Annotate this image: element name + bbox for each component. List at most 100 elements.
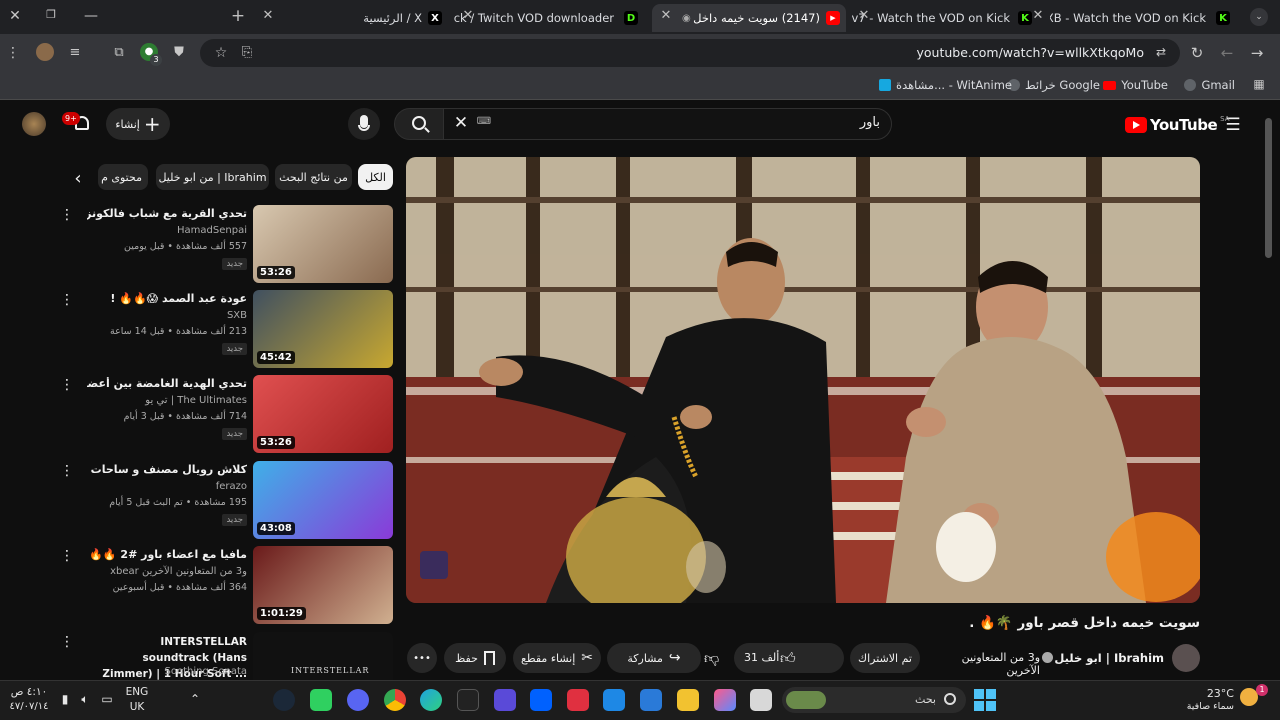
channel-avatar[interactable] [1172, 644, 1200, 672]
close-icon[interactable]: ✕ [658, 8, 674, 24]
mail-icon[interactable] [603, 689, 625, 711]
list-item[interactable]: ⋮ 45:42 عودة عبد الصمد 😱🔥🔥 ! SXB 213 ألف… [60, 290, 395, 372]
profile-avatar[interactable] [36, 43, 54, 61]
reload-icon[interactable]: ↻ [1188, 44, 1206, 62]
save-button[interactable]: حفظ [444, 643, 506, 673]
video-thumbnail[interactable]: 45:42 [253, 290, 393, 368]
menu-kebab-icon[interactable]: ⋮ [4, 45, 22, 61]
app-green-icon[interactable] [310, 689, 332, 711]
dislike-icon[interactable]: 👎︎ [704, 649, 719, 668]
create-button[interactable]: إنشاء + [106, 108, 170, 140]
tab-youtube-active[interactable]: ▶ (2147) سويت خيمه داخل قصر... ◉ [652, 4, 846, 32]
video-thumbnail[interactable]: 53:26 [253, 375, 393, 453]
keyboard-icon[interactable]: ⌨ [476, 116, 492, 127]
chip-from-search[interactable]: من نتائج البحث [275, 164, 352, 190]
app-purple-icon[interactable] [494, 689, 516, 711]
window-close-icon[interactable]: ✕ [8, 8, 22, 24]
battery-icon[interactable]: ▮ [58, 692, 72, 706]
video-title[interactable]: مافيا مع اعضاء باور #2 🔥🔥 🥵 [87, 548, 247, 561]
minimize-icon[interactable]: — [84, 8, 98, 24]
bookmark-star-icon[interactable]: ☆ [212, 45, 230, 61]
close-icon[interactable]: ✕ [460, 8, 476, 24]
steam-icon[interactable] [273, 689, 295, 711]
video-title[interactable]: تحدي القرية مع شباب فالكونز 🔥💚 [87, 207, 247, 220]
edge-icon[interactable] [420, 689, 442, 711]
list-item[interactable]: ⋮ 43:08 كلاش رويال مصنف و ساحات ferazo 1… [60, 461, 395, 543]
clock-time[interactable]: ٤:١٠ ص [6, 686, 52, 698]
clip-button[interactable]: إنشاء مقطع ✂ [513, 643, 601, 673]
tab-vod-downloader[interactable]: D Kick / Twitch VOD downloader [454, 4, 644, 32]
store-icon[interactable] [640, 689, 662, 711]
tray-chevron-icon[interactable]: ⌃ [188, 692, 202, 706]
monitor-icon[interactable]: ▭ [100, 692, 114, 706]
audio-icon[interactable]: ◉ [682, 13, 691, 24]
subscribed-button[interactable]: تم الاشتراك [850, 643, 920, 673]
back-icon[interactable]: → [1248, 44, 1266, 62]
video-title[interactable]: عودة عبد الصمد 😱🔥🔥 ! [87, 292, 247, 305]
page-scrollbar[interactable] [1265, 118, 1272, 258]
close-icon[interactable]: ✕ [856, 8, 872, 24]
start-button[interactable] [974, 689, 996, 711]
channel-name[interactable]: تي يو | The Ultimates [145, 395, 247, 406]
site-settings-icon[interactable]: ⇄ [1152, 45, 1170, 59]
app-red-icon[interactable] [567, 689, 589, 711]
taskbar-search[interactable]: بحث [782, 687, 966, 713]
more-options-icon[interactable]: ⋮ [60, 377, 74, 393]
video-title[interactable]: كلاش رويال مصنف و ساحات [87, 463, 247, 476]
list-item[interactable]: ⋮ 53:26 تحدي القرية مع شباب فالكونز 🔥💚 H… [60, 205, 395, 287]
volume-icon[interactable]: 🔈︎ [78, 692, 92, 707]
dropbox-icon[interactable] [530, 689, 552, 711]
chip-all[interactable]: الكل [358, 164, 393, 190]
chip-more[interactable]: محتوى م [98, 164, 148, 190]
list-item[interactable]: ⋮ 53:26 تحدي الهدية الغامضة بين أعضاء TU… [60, 375, 395, 457]
apps-grid-icon[interactable]: ▦ [1252, 77, 1266, 91]
copilot-icon[interactable] [714, 689, 736, 711]
channel-name[interactable]: HamadSenpai [177, 225, 247, 236]
chip-from-channel[interactable]: من ابو خليل | Ibrahim [156, 164, 269, 190]
send-to-device-icon[interactable]: ⎘ [238, 45, 256, 60]
url-text[interactable]: youtube.com/watch?v=wllkXtkqoMo [900, 45, 1144, 60]
extensions-puzzle-icon[interactable]: ⧉ [110, 45, 128, 60]
weather-temp[interactable]: 23°C [1180, 687, 1234, 700]
search-query[interactable]: باور [500, 115, 880, 130]
shield-icon[interactable]: ⛊ [170, 45, 188, 60]
video-thumbnail[interactable]: 1:01:29 [253, 546, 393, 624]
like-icon[interactable]: 👍︎ [780, 649, 796, 668]
more-options-icon[interactable]: ⋮ [60, 548, 74, 564]
forward-icon[interactable]: ← [1218, 44, 1236, 62]
tab-x-home[interactable]: X الرئيسية / X [358, 4, 448, 32]
file-manager-icon[interactable] [750, 689, 772, 711]
tab-nxv7[interactable]: K Nxv7 - Watch the VOD on Kick [852, 4, 1040, 32]
more-options-icon[interactable]: ⋮ [60, 207, 74, 223]
chevron-left-icon[interactable]: ‹ [68, 168, 88, 189]
lang-code[interactable]: ENG [124, 686, 150, 698]
collaborators[interactable]: و3 من المتعاونين الآخرين [930, 651, 1040, 677]
media-controls-icon[interactable]: ≡ [66, 45, 84, 60]
video-thumbnail[interactable]: INTERSTELLAR [253, 632, 393, 680]
share-button[interactable]: مشاركة ↪ [607, 643, 701, 673]
more-options-icon[interactable]: ⋮ [60, 463, 74, 479]
epic-games-icon[interactable] [457, 689, 479, 711]
video-player[interactable] [406, 157, 1200, 603]
discord-icon[interactable] [347, 689, 369, 711]
tab-search-icon[interactable]: ⌄ [1250, 8, 1268, 26]
bookmark-witanime[interactable]: مشاهدة... - WitAnime [879, 78, 1012, 92]
bookmark-gmail[interactable]: Gmail [1184, 78, 1235, 92]
more-actions-button[interactable]: ••• [407, 643, 437, 673]
channel-name[interactable]: ferazo [216, 481, 247, 492]
video-thumbnail[interactable]: 53:26 [253, 205, 393, 283]
channel-name[interactable]: xbear و3 من المتعاونين الآخرين [110, 566, 247, 577]
file-explorer-icon[interactable] [677, 689, 699, 711]
voice-search-button[interactable] [348, 108, 380, 140]
clear-search-icon[interactable]: ✕ [452, 113, 470, 133]
video-thumbnail[interactable]: 43:08 [253, 461, 393, 539]
list-item[interactable]: ⋮ INTERSTELLAR INTERSTELLAR soundtrack (… [60, 632, 395, 680]
bookmark-youtube[interactable]: YouTube [1103, 78, 1168, 92]
search-button[interactable] [394, 108, 444, 140]
chrome-icon[interactable] [384, 689, 406, 711]
more-options-icon[interactable]: ⋮ [60, 292, 74, 308]
channel-name[interactable]: SXB [227, 310, 247, 321]
new-tab-icon[interactable]: + [230, 8, 246, 25]
bookmark-maps[interactable]: خرائط Google [1008, 78, 1100, 92]
account-avatar[interactable] [22, 112, 46, 136]
